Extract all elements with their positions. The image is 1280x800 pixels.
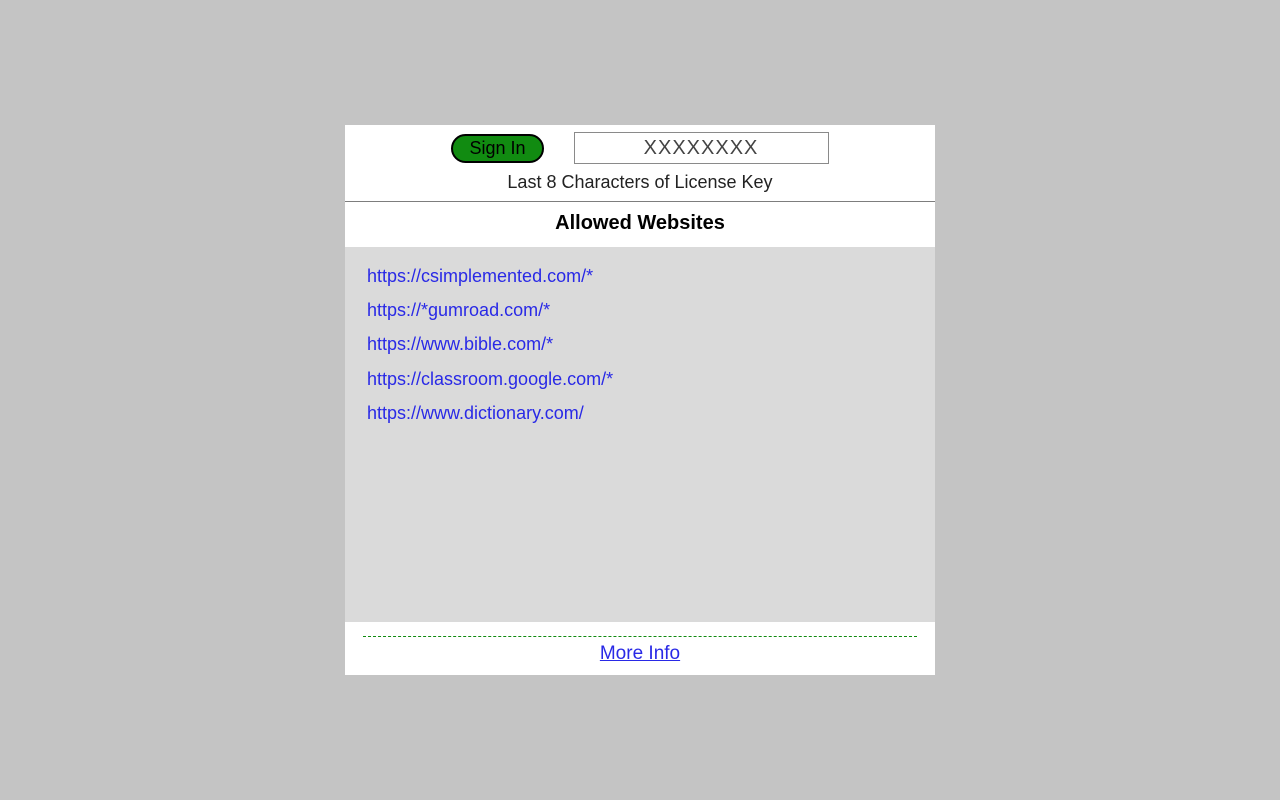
list-item[interactable]: https://csimplemented.com/* (367, 259, 913, 293)
list-item[interactable]: https://www.bible.com/* (367, 327, 913, 361)
footer: More Info (345, 637, 935, 675)
license-key-input[interactable] (574, 132, 829, 164)
header-row: Sign In (345, 125, 935, 168)
sign-in-button[interactable]: Sign In (451, 134, 543, 163)
list-item[interactable]: https://*gumroad.com/* (367, 293, 913, 327)
more-info-link[interactable]: More Info (600, 643, 680, 664)
section-title: Allowed Websites (345, 202, 935, 247)
list-item[interactable]: https://www.dictionary.com/ (367, 396, 913, 430)
allowed-websites-list[interactable]: https://csimplemented.com/* https://*gum… (345, 247, 935, 622)
license-key-label: Last 8 Characters of License Key (345, 168, 935, 201)
list-item[interactable]: https://classroom.google.com/* (367, 362, 913, 396)
settings-panel: Sign In Last 8 Characters of License Key… (345, 125, 935, 675)
